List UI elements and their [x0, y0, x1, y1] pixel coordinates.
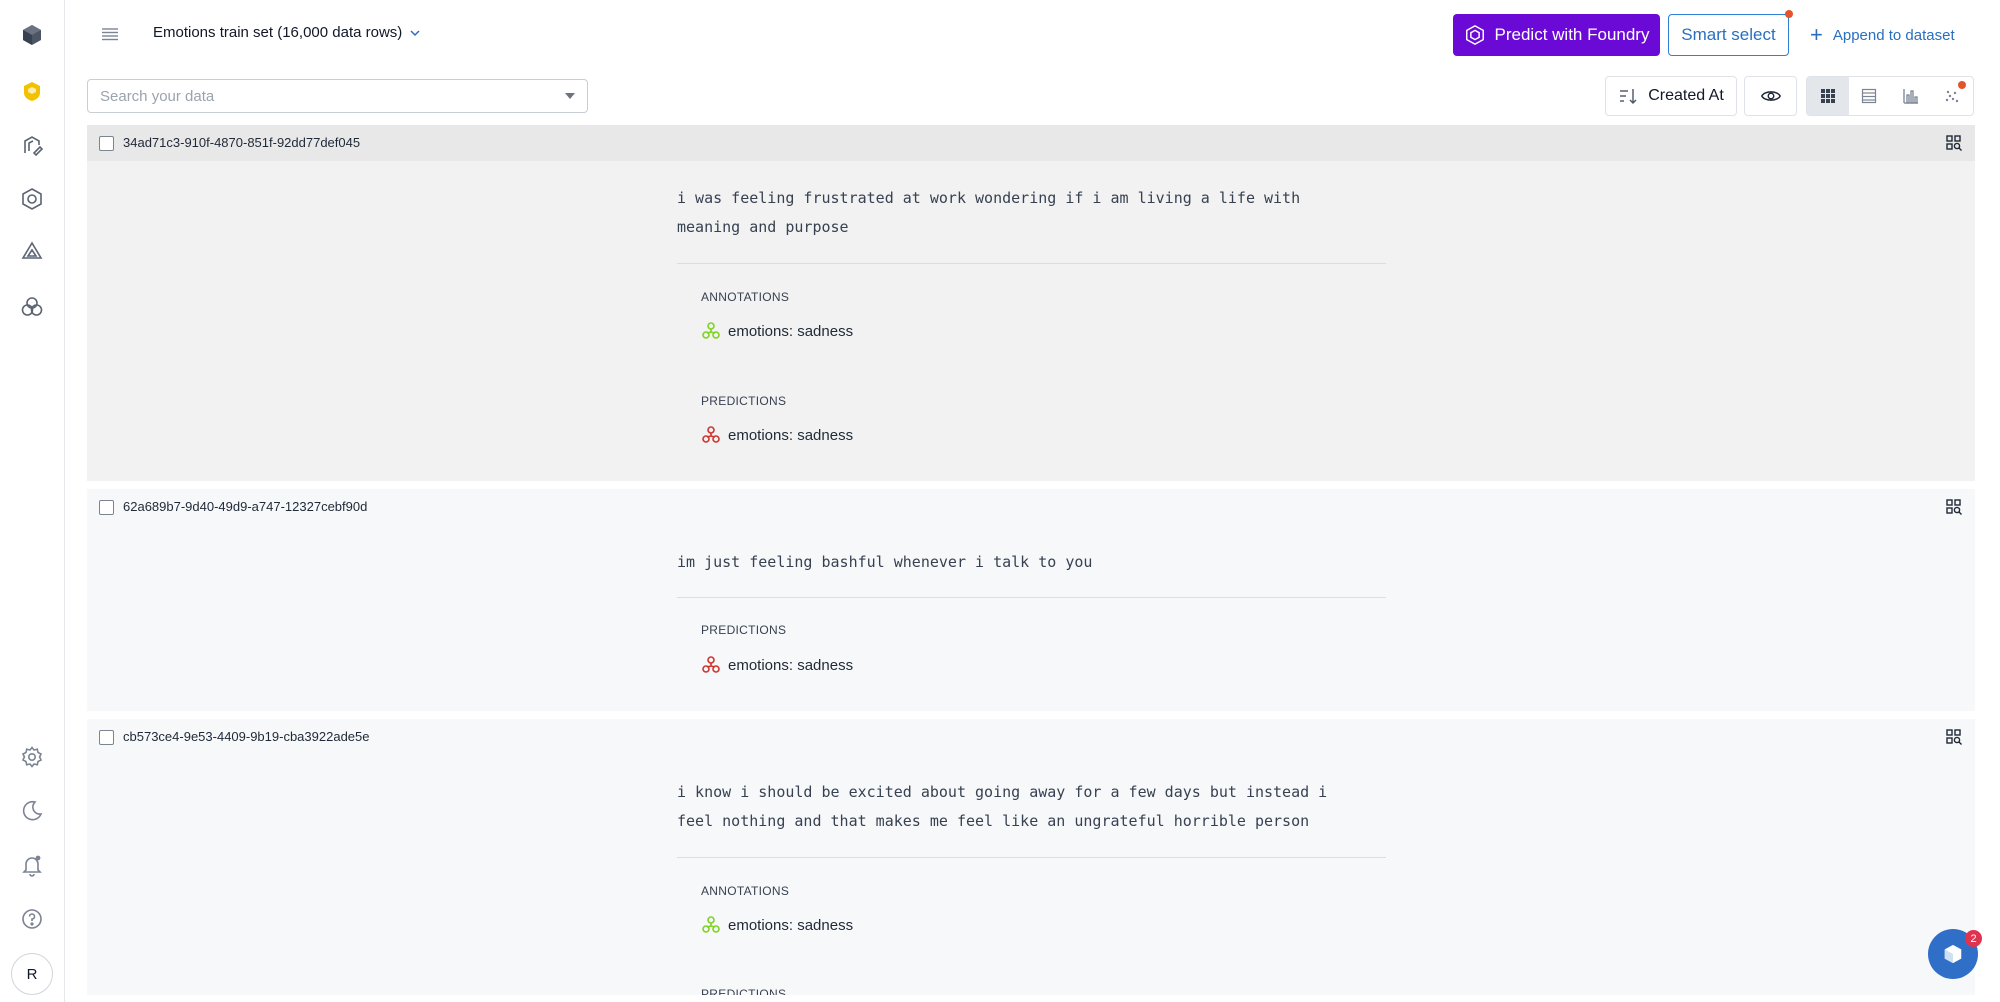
divider [677, 857, 1386, 858]
logo-icon[interactable] [15, 18, 49, 52]
data-row-card[interactable]: 34ad71c3-910f-4870-851f-92dd77def045 i w… [87, 125, 1975, 481]
chat-unread-badge: 2 [1965, 930, 1982, 947]
predict-with-foundry-button[interactable]: Predict with Foundry [1453, 14, 1660, 56]
predictions-heading: PREDICTIONS [701, 987, 787, 995]
plus-icon: + [1810, 22, 1823, 47]
data-row-card[interactable]: 62a689b7-9d40-49d9-a747-12327cebf90d im … [87, 489, 1975, 711]
search-box[interactable] [87, 79, 588, 113]
dataset-title: Emotions train set (16,000 data rows) [153, 24, 403, 41]
ontology-icon[interactable] [15, 234, 49, 268]
annotation-label: emotions: sadness [701, 915, 853, 935]
divider [677, 263, 1386, 264]
data-row-list: 34ad71c3-910f-4870-851f-92dd77def045 i w… [87, 125, 1975, 995]
catalog-icon[interactable] [15, 74, 49, 108]
row-text: i know i should be excited about going a… [677, 783, 1328, 830]
scatter-icon [1946, 90, 1959, 103]
row-id: 62a689b7-9d40-49d9-a747-12327cebf90d [123, 499, 368, 514]
annotation-value: emotions: sadness [728, 322, 854, 340]
model-icon[interactable] [15, 182, 49, 216]
dark-mode-icon[interactable] [15, 794, 49, 828]
avatar-initial: R [26, 965, 38, 983]
annotations-heading: ANNOTATIONS [701, 884, 790, 898]
sort-button[interactable]: Created At [1605, 76, 1737, 116]
visibility-toggle-button[interactable] [1744, 76, 1797, 116]
prediction-label: emotions: sadness [701, 425, 853, 445]
annotation-class-icon [702, 916, 720, 933]
predict-label: Predict with Foundry [1494, 25, 1650, 44]
menu-icon[interactable] [98, 22, 122, 46]
append-to-dataset-button[interactable]: + Append to dataset [1810, 14, 1955, 56]
grid-icon [1820, 89, 1835, 103]
data-row-header: cb573ce4-9e53-4409-9b19-cba3922ade5e [87, 719, 1975, 755]
divider [677, 597, 1386, 598]
data-row-header: 62a689b7-9d40-49d9-a747-12327cebf90d [87, 489, 1975, 525]
row-id: 34ad71c3-910f-4870-851f-92dd77def045 [123, 135, 361, 150]
smart-select-label: Smart select [1681, 25, 1776, 44]
chevron-down-icon [410, 29, 420, 36]
analytics-view-button[interactable] [1890, 77, 1932, 115]
open-detail-icon[interactable] [1945, 498, 1963, 516]
list-icon [1862, 88, 1877, 104]
foundry-icon [1465, 24, 1484, 46]
prediction-class-icon [702, 656, 720, 673]
avatar[interactable]: R [11, 953, 53, 995]
annotations-heading: ANNOTATIONS [701, 290, 790, 304]
annotate-icon[interactable] [15, 128, 49, 162]
grid-view-button[interactable] [1807, 77, 1849, 115]
workflow-icon[interactable] [15, 290, 49, 324]
annotation-class-icon [702, 322, 720, 339]
row-text: i was feeling frustrated at work wonderi… [677, 189, 1301, 236]
open-detail-icon[interactable] [1945, 728, 1963, 746]
prediction-label: emotions: sadness [701, 655, 853, 675]
annotation-value: emotions: sadness [728, 916, 854, 934]
settings-icon[interactable] [15, 740, 49, 774]
annotation-label: emotions: sadness [701, 321, 853, 341]
predictions-heading: PREDICTIONS [701, 623, 787, 637]
smart-select-indicator-dot [1785, 10, 1793, 18]
bar-chart-icon [1903, 89, 1918, 104]
search-input[interactable] [100, 87, 565, 105]
notifications-icon[interactable] [15, 848, 49, 882]
row-text: im just feeling bashful whenever i talk … [677, 553, 1093, 571]
data-row-card[interactable]: cb573ce4-9e53-4409-9b19-cba3922ade5e i k… [87, 719, 1975, 995]
help-icon[interactable] [15, 902, 49, 936]
prediction-value: emotions: sadness [728, 426, 854, 444]
append-label: Append to dataset [1832, 26, 1955, 44]
view-mode-switcher [1806, 76, 1974, 116]
left-nav-rail: R [0, 0, 65, 1002]
chat-logo-icon [1944, 944, 1962, 964]
list-view-button[interactable] [1849, 77, 1891, 115]
prediction-value: emotions: sadness [728, 656, 854, 674]
predictions-heading: PREDICTIONS [701, 394, 787, 408]
eye-icon [1760, 91, 1781, 101]
open-detail-icon[interactable] [1945, 134, 1963, 152]
prediction-class-icon [702, 426, 720, 443]
row-select-checkbox[interactable] [99, 500, 114, 515]
row-select-checkbox[interactable] [99, 730, 114, 745]
dataset-selector[interactable]: Emotions train set (16,000 data rows) [153, 24, 422, 41]
embeddings-indicator-dot [1957, 81, 1966, 89]
embeddings-view-button[interactable] [1932, 77, 1974, 115]
sort-label: Created At [1648, 87, 1724, 104]
row-select-checkbox[interactable] [99, 136, 114, 151]
data-row-header: 34ad71c3-910f-4870-851f-92dd77def045 [87, 125, 1975, 161]
smart-select-button[interactable]: Smart select [1668, 14, 1789, 56]
search-dropdown-icon[interactable] [565, 93, 575, 99]
sort-icon [1620, 89, 1637, 104]
row-id: cb573ce4-9e53-4409-9b19-cba3922ade5e [123, 729, 370, 744]
